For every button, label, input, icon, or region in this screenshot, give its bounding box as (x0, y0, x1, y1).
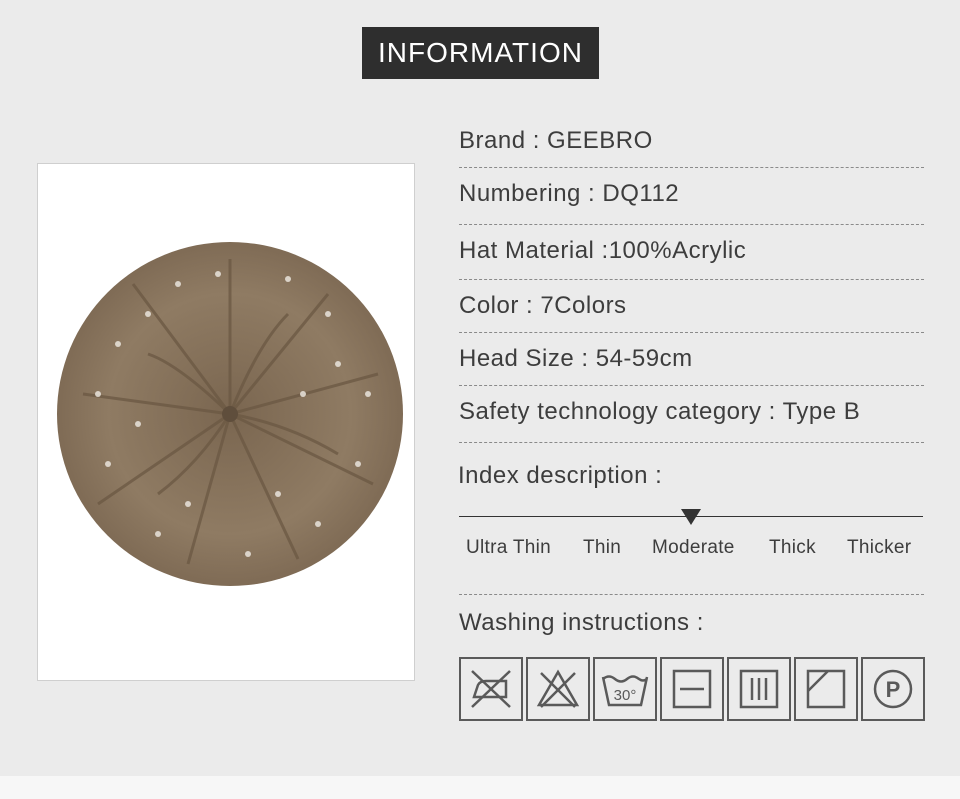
dry-in-shade-icon (794, 657, 858, 721)
level-thick: Thick (769, 537, 816, 558)
thickness-marker-icon (681, 509, 701, 525)
spec-material: Hat Material :100%Acrylic (459, 225, 924, 280)
index-description-title: Index description : (458, 462, 663, 489)
level-ultra-thin: Ultra Thin (466, 537, 552, 558)
level-thin: Thin (583, 537, 622, 558)
spec-list: Brand : GEEBRO Numbering : DQ112 Hat Mat… (459, 115, 924, 443)
p-label: P (886, 677, 901, 702)
product-photo (37, 163, 415, 681)
no-iron-icon (459, 657, 523, 721)
spec-numbering: Numbering : DQ112 (459, 168, 924, 225)
spec-color: Color : 7Colors (459, 280, 924, 333)
drip-dry-icon (727, 657, 791, 721)
spec-head-size: Head Size : 54-59cm (459, 333, 924, 386)
professional-clean-p-icon: P (861, 657, 925, 721)
wash-30-icon: 30° (593, 657, 657, 721)
divider (459, 594, 924, 595)
washing-icons: 30° P (459, 657, 925, 721)
beret-image (57, 242, 403, 586)
footer-band (0, 776, 960, 799)
section-title: INFORMATION (362, 27, 599, 79)
wash-temp-label: 30° (614, 687, 637, 704)
washing-instructions-title: Washing instructions : (459, 609, 704, 636)
spec-brand: Brand : GEEBRO (459, 115, 924, 168)
spec-safety-category: Safety technology category : Type B (459, 386, 924, 443)
level-moderate: Moderate (652, 537, 735, 558)
tumble-dry-line-icon (660, 657, 724, 721)
no-bleach-icon (526, 657, 590, 721)
level-thicker: Thicker (847, 537, 912, 558)
thickness-scale-labels: Ultra Thin Thin Moderate Thick Thicker (459, 537, 923, 561)
